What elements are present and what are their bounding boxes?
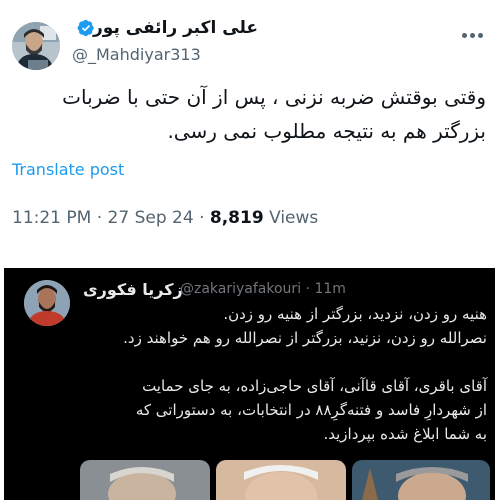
- quoted-time: 11m: [314, 281, 346, 297]
- author-avatar[interactable]: [12, 22, 60, 70]
- tweet-date[interactable]: 27 Sep 24: [108, 208, 194, 228]
- views-label: Views: [269, 208, 319, 228]
- tweet-text: وقتی بوقتش ضربه نزنی ، پس از آن حتی با ض…: [62, 85, 486, 143]
- quoted-handle: @zakariyafakouri: [180, 281, 302, 297]
- quoted-handle-line: @zakariyafakouri · 11m: [180, 281, 346, 297]
- quoted-tweet-screenshot[interactable]: زکریا فکوری @zakariyafakouri · 11m هنیه …: [4, 268, 495, 500]
- tweet-card: علی اکبر رائفی پور @_Mahdiyar313 وقتی بو…: [0, 0, 500, 258]
- tweet-meta: 11:21 PM · 27 Sep 24 · 8,819 Views: [12, 208, 318, 228]
- divider: [0, 258, 500, 268]
- quoted-author-name: زکریا فکوری: [83, 280, 183, 299]
- views-count: 8,819: [209, 208, 264, 228]
- quoted-photo-2: [216, 460, 346, 500]
- meta-separator: ·: [96, 208, 103, 228]
- quoted-separator: ·: [305, 281, 310, 297]
- tweet-time[interactable]: 11:21 PM: [12, 208, 91, 228]
- quoted-photo-1: [80, 460, 210, 500]
- quoted-photo-3: [352, 460, 490, 500]
- author-handle[interactable]: @_Mahdiyar313: [72, 45, 201, 64]
- translate-post-link[interactable]: Translate post: [12, 160, 124, 179]
- quoted-photos: [80, 460, 490, 500]
- author-avatar-image: [12, 22, 60, 70]
- verified-badge-icon: [77, 19, 94, 37]
- meta-separator: ·: [199, 208, 205, 228]
- more-options-icon[interactable]: [461, 33, 485, 41]
- quoted-tweet-text: هنیه رو زدن، نزدید، بزرگتر از هنیه رو زد…: [123, 305, 487, 443]
- author-name[interactable]: علی اکبر رائفی پور: [93, 18, 258, 38]
